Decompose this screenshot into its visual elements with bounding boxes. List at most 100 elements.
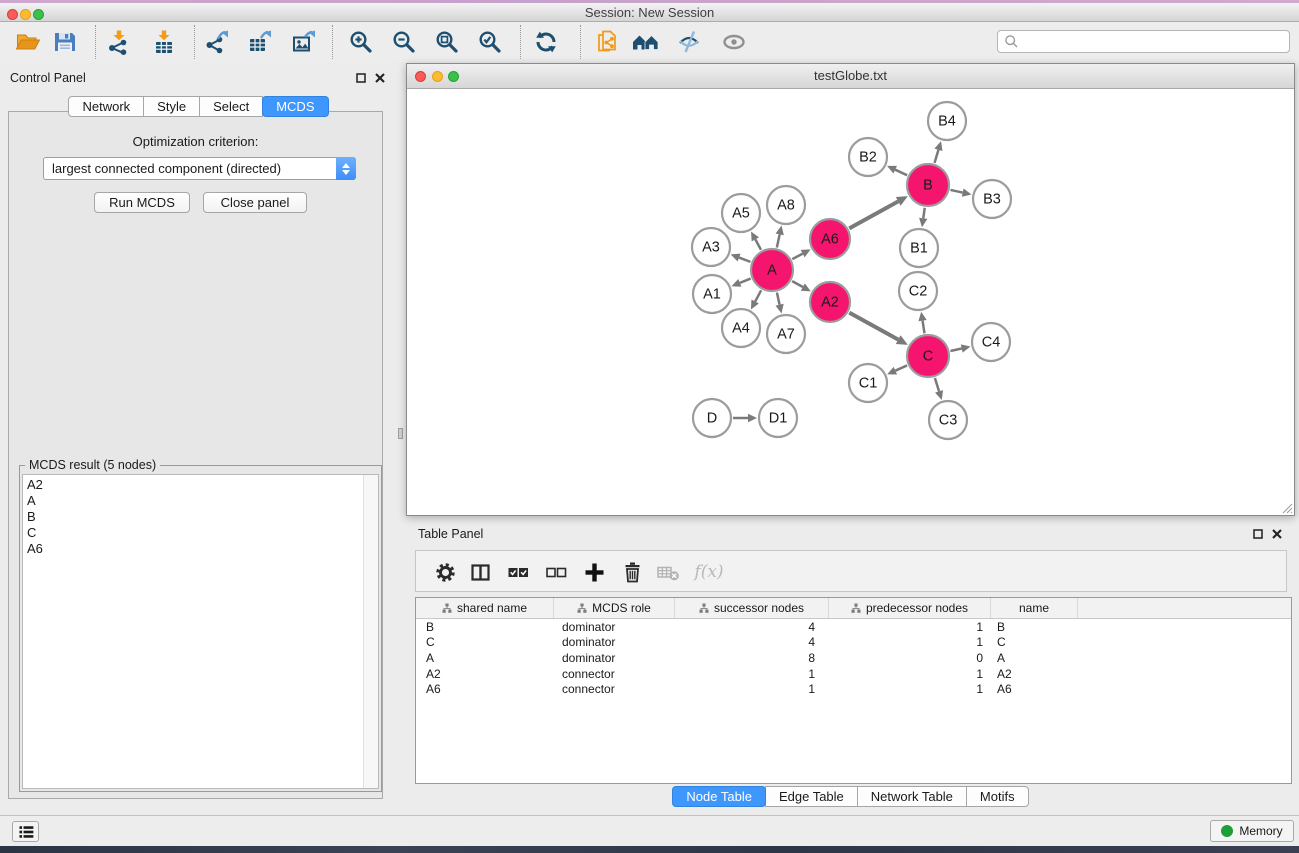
network-window-titlebar[interactable]: testGlobe.txt [407, 64, 1294, 89]
clone-network-icon[interactable] [592, 27, 622, 57]
edge-A2-C[interactable] [849, 313, 898, 340]
delete-columns-icon[interactable] [620, 560, 644, 584]
import-table-icon[interactable] [149, 27, 179, 57]
column-header-MCDS-role[interactable]: MCDS role [554, 598, 675, 618]
graph-node-B[interactable]: B [907, 164, 949, 206]
show-graphic-details-icon[interactable] [719, 27, 749, 57]
tab-edge-table[interactable]: Edge Table [765, 786, 858, 807]
graph-node-A1[interactable]: A1 [693, 275, 731, 313]
graph-node-A2[interactable]: A2 [810, 282, 850, 322]
result-item-a[interactable]: A [23, 493, 378, 509]
hide-graphic-details-icon[interactable] [674, 27, 704, 57]
node-table[interactable]: shared nameMCDS rolesuccessor nodesprede… [415, 597, 1292, 784]
splitter-handle[interactable] [398, 428, 403, 439]
graph-node-C2[interactable]: C2 [899, 272, 937, 310]
edge-A-A6[interactable] [792, 254, 802, 260]
float-table-panel-icon[interactable] [1253, 529, 1263, 539]
graph-node-B4[interactable]: B4 [928, 102, 966, 140]
show-columns-icon[interactable] [468, 560, 492, 584]
tab-node-table[interactable]: Node Table [672, 786, 766, 807]
tab-style[interactable]: Style [143, 96, 200, 117]
edge-C-C2[interactable] [923, 321, 925, 334]
tab-select[interactable]: Select [199, 96, 263, 117]
graph-node-D[interactable]: D [693, 399, 731, 437]
graph-node-A3[interactable]: A3 [692, 228, 730, 266]
mcds-result-list[interactable]: A2ABCA6 [22, 474, 379, 789]
settings-gear-icon[interactable] [433, 560, 457, 584]
table-row-c[interactable]: Cdominator41C [416, 635, 1291, 651]
refresh-layout-icon[interactable] [531, 27, 561, 57]
close-table-panel-icon[interactable] [1272, 529, 1282, 539]
network-graph-canvas[interactable]: B4B2BB3A5A8A6A3B1AA1A2C2A4A7C4CC1C3DD1 [407, 89, 1294, 516]
graph-node-A[interactable]: A [751, 249, 793, 291]
delete-table-icon[interactable] [656, 560, 680, 584]
memory-button[interactable]: Memory [1210, 820, 1294, 842]
save-session-icon[interactable] [50, 27, 80, 57]
zoom-fit-icon[interactable] [432, 27, 462, 57]
search-field[interactable] [997, 30, 1290, 53]
table-row-a2[interactable]: A2connector11A2 [416, 666, 1291, 682]
edge-C-C1[interactable] [895, 365, 907, 370]
task-history-button[interactable] [12, 821, 39, 842]
tab-network-table[interactable]: Network Table [857, 786, 967, 807]
edge-B-B2[interactable] [895, 170, 907, 176]
graph-node-C3[interactable]: C3 [929, 401, 967, 439]
close-panel-button[interactable]: Close panel [203, 192, 307, 213]
run-mcds-button[interactable]: Run MCDS [94, 192, 190, 213]
zoom-in-icon[interactable] [346, 27, 376, 57]
graph-node-A7[interactable]: A7 [767, 315, 805, 353]
edge-A-A3[interactable] [739, 258, 750, 262]
edge-C-C3[interactable] [935, 378, 939, 391]
open-file-icon[interactable] [13, 27, 43, 57]
result-item-b[interactable]: B [23, 509, 378, 525]
graph-node-C[interactable]: C [907, 335, 949, 377]
graph-node-C1[interactable]: C1 [849, 364, 887, 402]
column-header-shared-name[interactable]: shared name [416, 598, 554, 618]
home-icon[interactable] [631, 27, 661, 57]
import-network-icon[interactable] [104, 27, 134, 57]
search-input[interactable] [1019, 33, 1289, 51]
export-table-icon[interactable] [245, 27, 275, 57]
graph-node-A5[interactable]: A5 [722, 194, 760, 232]
optimization-criterion-select[interactable]: largest connected component (directed) [43, 157, 356, 180]
edge-B-B1[interactable] [923, 208, 925, 219]
tab-mcds[interactable]: MCDS [262, 96, 328, 117]
column-header-name[interactable]: name [991, 598, 1078, 618]
graph-node-C4[interactable]: C4 [972, 323, 1010, 361]
deselect-all-rows-icon[interactable] [544, 560, 568, 584]
edge-A-A4[interactable] [755, 290, 761, 301]
tab-network[interactable]: Network [68, 96, 144, 117]
zoom-out-icon[interactable] [389, 27, 419, 57]
graph-node-A8[interactable]: A8 [767, 186, 805, 224]
edge-A6-B[interactable] [849, 201, 898, 228]
close-panel-icon[interactable] [375, 73, 385, 83]
tab-motifs[interactable]: Motifs [966, 786, 1029, 807]
edge-A-A7[interactable] [777, 292, 780, 304]
edge-C-C4[interactable] [950, 349, 961, 352]
graph-node-A6[interactable]: A6 [810, 219, 850, 259]
table-row-a6[interactable]: A6connector11A6 [416, 681, 1291, 697]
graph-node-D1[interactable]: D1 [759, 399, 797, 437]
result-item-c[interactable]: C [23, 525, 378, 541]
column-header-successor-nodes[interactable]: successor nodes [675, 598, 829, 618]
resize-grip-icon[interactable] [1280, 501, 1293, 514]
result-list-scrollbar[interactable] [363, 475, 378, 788]
edge-A-A2[interactable] [792, 281, 803, 287]
table-row-b[interactable]: Bdominator41B [416, 619, 1291, 635]
graph-node-A4[interactable]: A4 [722, 309, 760, 347]
graph-node-B1[interactable]: B1 [900, 229, 938, 267]
edge-A-A5[interactable] [755, 239, 761, 249]
column-header-predecessor-nodes[interactable]: predecessor nodes [829, 598, 991, 618]
float-panel-icon[interactable] [356, 73, 366, 83]
edge-A-A8[interactable] [777, 234, 780, 247]
result-item-a2[interactable]: A2 [23, 477, 378, 493]
add-column-icon[interactable] [582, 560, 606, 584]
table-row-a[interactable]: Adominator80A [416, 650, 1291, 666]
select-all-rows-icon[interactable] [506, 560, 530, 584]
zoom-selected-icon[interactable] [475, 27, 505, 57]
export-network-icon[interactable] [202, 27, 232, 57]
export-image-icon[interactable] [289, 27, 319, 57]
edge-B-B3[interactable] [950, 190, 962, 193]
result-item-a6[interactable]: A6 [23, 541, 378, 557]
function-builder-icon[interactable]: f(x) [692, 560, 726, 584]
